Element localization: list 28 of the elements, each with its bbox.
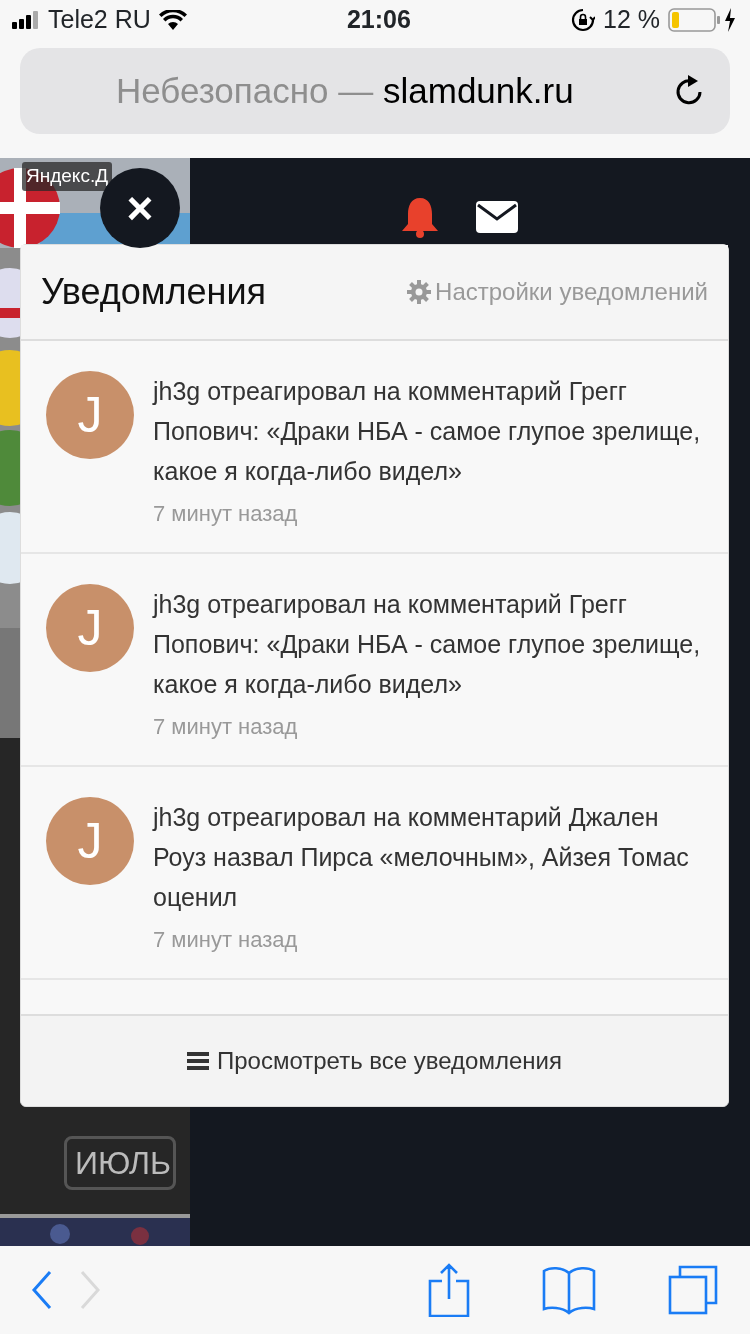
- rotation-lock-icon: [571, 8, 595, 32]
- notification-text[interactable]: jh3g отреагировал на комментарий Джален Роуз назвал Пирса «мелочным», Айзея Томас оценил: [153, 797, 708, 917]
- avatar: J: [46, 797, 134, 885]
- avatar: J: [46, 584, 134, 672]
- bell-icon[interactable]: [400, 196, 440, 238]
- notification-text[interactable]: jh3g отреагировал на комментарий Грегг Попович: «Драки НБА - самое глупое зрелище, какое я когда-либо видел»: [153, 584, 708, 704]
- ad-label: Яндекс.Д: [22, 162, 113, 191]
- share-button[interactable]: [428, 1263, 470, 1317]
- menu-icon: [187, 1051, 209, 1071]
- address-bar[interactable]: Небезопасно — slamdunk.ru: [20, 48, 730, 134]
- battery-charging-icon: [668, 8, 738, 32]
- settings-icon: [407, 280, 432, 304]
- view-all-button[interactable]: Просмотреть все уведомления: [21, 1016, 728, 1106]
- wifi-icon: [158, 10, 187, 30]
- notification-time: 7 минут назад: [153, 713, 299, 741]
- back-button[interactable]: [30, 1270, 54, 1310]
- envelope-icon[interactable]: [476, 201, 518, 233]
- panel-title: Уведомления: [41, 270, 267, 314]
- notification-text[interactable]: jh3g отреагировал на комментарий Грегг Попович: «Драки НБА - самое глупое зрелище, какое я когда-либо видел»: [153, 371, 708, 491]
- battery-percent: 12 %: [603, 4, 660, 36]
- month-label: ИЮЛЬ: [64, 1136, 176, 1190]
- notification-time: 7 минут назад: [153, 500, 299, 528]
- url-text: Небезопасно — slamdunk.ru: [116, 69, 574, 112]
- avatar: J: [46, 371, 134, 459]
- clock-time: 21:06: [346, 4, 411, 36]
- notification-time: 7 минут назад: [153, 926, 299, 954]
- carrier-name: Tele2 RU: [48, 4, 151, 36]
- signal-icon: [12, 11, 40, 29]
